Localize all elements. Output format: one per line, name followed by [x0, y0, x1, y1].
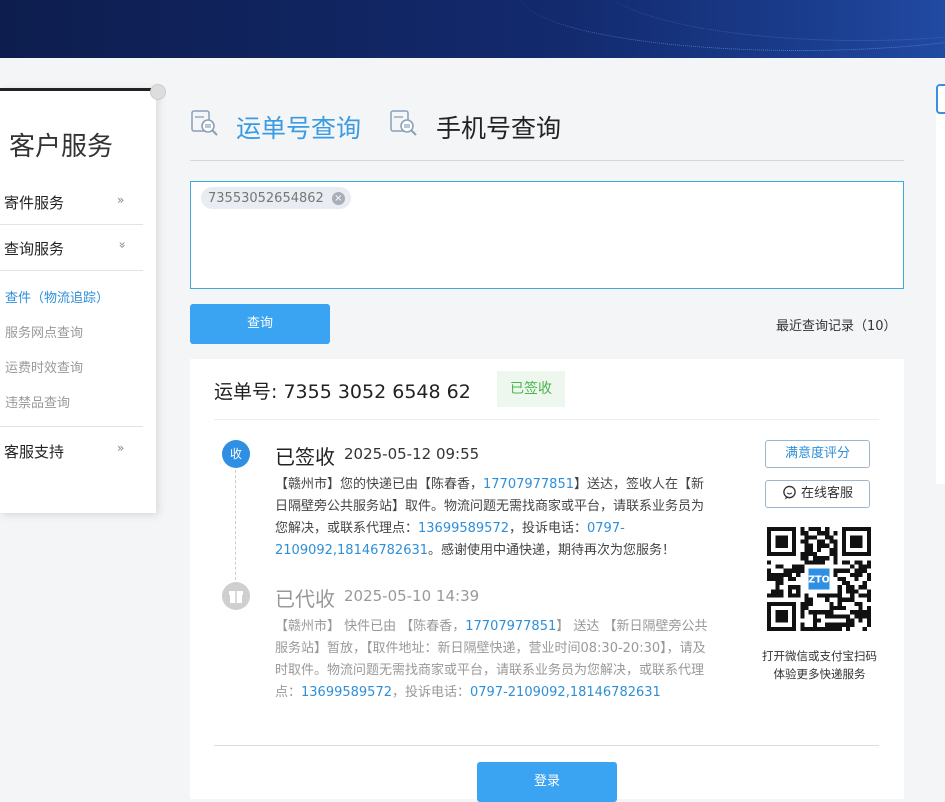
phone-link[interactable]: 17707977851 [465, 619, 556, 634]
event-title: 已签收 [275, 445, 335, 469]
chat-bubble-icon [783, 485, 796, 500]
sidebar: 客户服务 寄件服务 » 查询服务 » 查件（物流追踪） 服务网点查询 运费时效查… [0, 84, 166, 513]
event-detail-text: 。感谢使用中通快递，期待再次为您服务！ [428, 543, 676, 558]
chevron-right-icon: » [117, 193, 125, 207]
sidebar-title: 客户服务 [9, 132, 114, 162]
phone-link[interactable]: 13699589572 [418, 521, 509, 536]
event-detail: 【赣州市】您的快递已由【陈春香，17707977851】送达，签收人在【新日隔壁… [275, 474, 715, 562]
recent-queries-link[interactable]: 最近查询记录（10） [776, 315, 897, 334]
login-button[interactable]: 登录 [477, 762, 617, 802]
sidebar-subitem-tracking[interactable]: 查件（物流追踪） [5, 287, 109, 306]
rate-service-button[interactable]: 满意度评分 [765, 440, 870, 468]
right-float-panel [936, 84, 945, 484]
top-banner [0, 0, 945, 58]
status-badge: 已签收 [497, 371, 565, 407]
qr-code: ZTO [767, 527, 871, 631]
remove-chip-icon[interactable]: × [331, 191, 345, 205]
sidebar-handle [150, 84, 166, 100]
query-button[interactable]: 查询 [190, 304, 330, 344]
gift-box-icon [222, 582, 250, 610]
waybill-input-area[interactable]: 73553052654862 × [190, 181, 904, 289]
waybill-chip: 73553052654862 × [201, 187, 351, 209]
event-detail-text: 【赣州市】您的快递已由【陈春香， [275, 477, 484, 492]
sidebar-item-query[interactable]: 查询服务 [4, 238, 64, 259]
waybill-number: 运单号: 7355 3052 6548 62 [214, 381, 471, 403]
chevron-down-icon: » [115, 241, 130, 249]
sidebar-subitem-prohibited[interactable]: 违禁品查询 [5, 392, 70, 411]
event-detail: 【赣州市】 快件已由 【陈春香，17707977851】 送达 【新日隔壁旁公共… [275, 616, 715, 704]
event-time: 2025-05-12 09:55 [344, 445, 480, 463]
event-time: 2025-05-10 14:39 [344, 587, 480, 605]
tab-divider [190, 160, 904, 161]
waybill-chip-text: 73553052654862 [208, 190, 324, 206]
timeline-connector [235, 470, 236, 580]
event-detail-text: ，投诉电话： [392, 685, 471, 700]
float-tool-icon[interactable] [936, 84, 945, 114]
sidebar-subitem-fees[interactable]: 运费时效查询 [5, 357, 83, 376]
event-title: 已代收 [275, 587, 335, 611]
tab-waybill-query[interactable]: 运单号查询 [236, 109, 361, 145]
phone-link[interactable]: 13699589572 [301, 685, 392, 700]
sidebar-item-send[interactable]: 寄件服务 [4, 192, 64, 213]
qr-caption: 打开微信或支付宝扫码 体验更多快递服务 [752, 647, 887, 683]
phone-search-icon [390, 110, 417, 136]
sidebar-top-border [0, 88, 158, 91]
result-card: 运单号: 7355 3052 6548 62 已签收 收 已签收 2025-05… [190, 359, 904, 802]
event-detail-text: 【赣州市】 快件已由 【陈春香， [275, 619, 466, 634]
qr-caption-line: 体验更多快递服务 [773, 667, 866, 681]
divider [0, 270, 143, 271]
divider [214, 745, 879, 746]
sidebar-item-support[interactable]: 客服支持 [4, 441, 64, 462]
phone-link[interactable]: 0797-2109092,18146782631 [470, 685, 661, 700]
online-support-button[interactable]: 在线客服 [765, 480, 870, 508]
divider [0, 224, 143, 225]
tab-phone-query[interactable]: 手机号查询 [436, 109, 561, 145]
qr-caption-line: 打开微信或支付宝扫码 [762, 649, 877, 663]
phone-link[interactable]: 17707977851 [483, 477, 574, 492]
event-detail-text: ，投诉电话： [509, 521, 588, 536]
qr-logo: ZTO [808, 574, 830, 585]
received-status-icon: 收 [222, 440, 250, 468]
divider [214, 419, 879, 420]
divider [0, 426, 143, 427]
chevron-right-icon: » [117, 441, 125, 455]
sidebar-subitem-outlets[interactable]: 服务网点查询 [5, 322, 83, 341]
online-support-label: 在线客服 [800, 486, 853, 501]
waybill-search-icon [191, 110, 218, 136]
